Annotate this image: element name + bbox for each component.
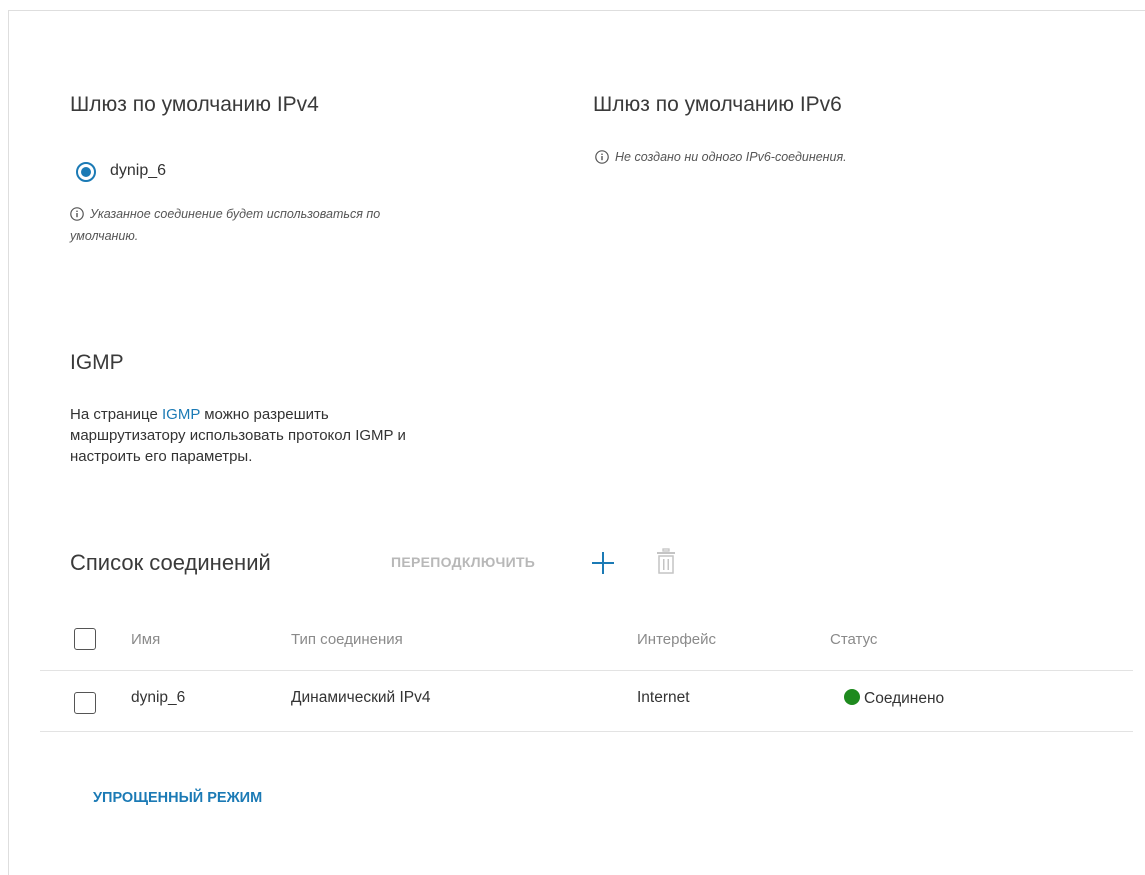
plus-icon (592, 552, 614, 574)
add-connection-button[interactable] (589, 549, 617, 577)
trash-icon (657, 548, 675, 574)
row-status-label: Соединено (864, 690, 945, 707)
radio-label[interactable]: dynip_6 (110, 162, 166, 180)
column-header-status[interactable]: Статус (830, 631, 877, 648)
simple-mode-button[interactable]: УПРОЩЕННЫЙ РЕЖИМ (93, 790, 262, 806)
row-checkbox[interactable] (74, 692, 96, 714)
row-interface: Internet (637, 689, 690, 706)
delete-connection-button[interactable] (654, 547, 678, 577)
row-name: dynip_6 (131, 689, 186, 706)
ipv6-gateway-title: Шлюз по умолчанию IPv6 (593, 93, 842, 116)
info-icon (70, 207, 84, 221)
connections-title: Список соединений (70, 550, 271, 575)
column-header-type[interactable]: Тип соединения (291, 631, 403, 648)
table-row[interactable] (40, 671, 1133, 731)
column-header-name[interactable]: Имя (131, 631, 160, 648)
info-icon (595, 150, 609, 164)
radio-dynip-6[interactable] (76, 162, 96, 182)
igmp-link[interactable]: IGMP (162, 406, 200, 423)
ipv6-gateway-note: Не создано ни одного IPv6-соединения. (595, 146, 847, 168)
reconnect-button[interactable]: ПЕРЕПОДКЛЮЧИТЬ (391, 554, 535, 570)
table-divider (40, 731, 1133, 732)
ipv4-gateway-note: Указанное соединение будет использоватьс… (70, 207, 381, 243)
row-status: Соединено (844, 689, 944, 708)
status-connected-icon (844, 689, 860, 705)
row-type: Динамический IPv4 (291, 689, 431, 706)
igmp-title: IGMP (70, 351, 124, 374)
select-all-checkbox[interactable] (74, 628, 96, 650)
igmp-description: На странице IGMP можно разрешить маршрут… (70, 406, 406, 465)
column-header-interface[interactable]: Интерфейс (637, 631, 716, 648)
ipv4-gateway-title: Шлюз по умолчанию IPv4 (70, 93, 319, 116)
